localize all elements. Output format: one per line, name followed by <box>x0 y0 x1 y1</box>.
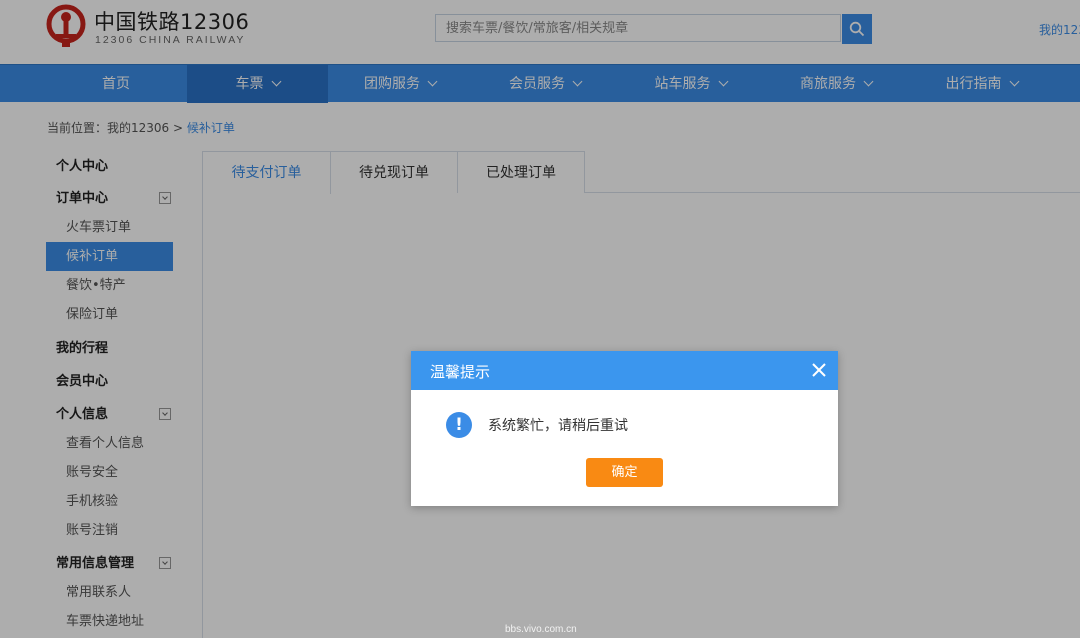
close-icon[interactable] <box>810 361 828 379</box>
dialog-message: 系统繁忙，请稍后重试 <box>488 418 628 434</box>
ok-button[interactable]: 确定 <box>586 458 663 487</box>
info-icon: ! <box>446 412 472 438</box>
watermark: bbs.vivo.com.cn <box>505 624 577 635</box>
dialog-header: 温馨提示 <box>411 351 838 390</box>
dialog-title: 温馨提示 <box>430 363 491 381</box>
notice-dialog: 温馨提示 ! 系统繁忙，请稍后重试 确定 <box>411 351 838 506</box>
modal-overlay[interactable] <box>0 0 1080 638</box>
